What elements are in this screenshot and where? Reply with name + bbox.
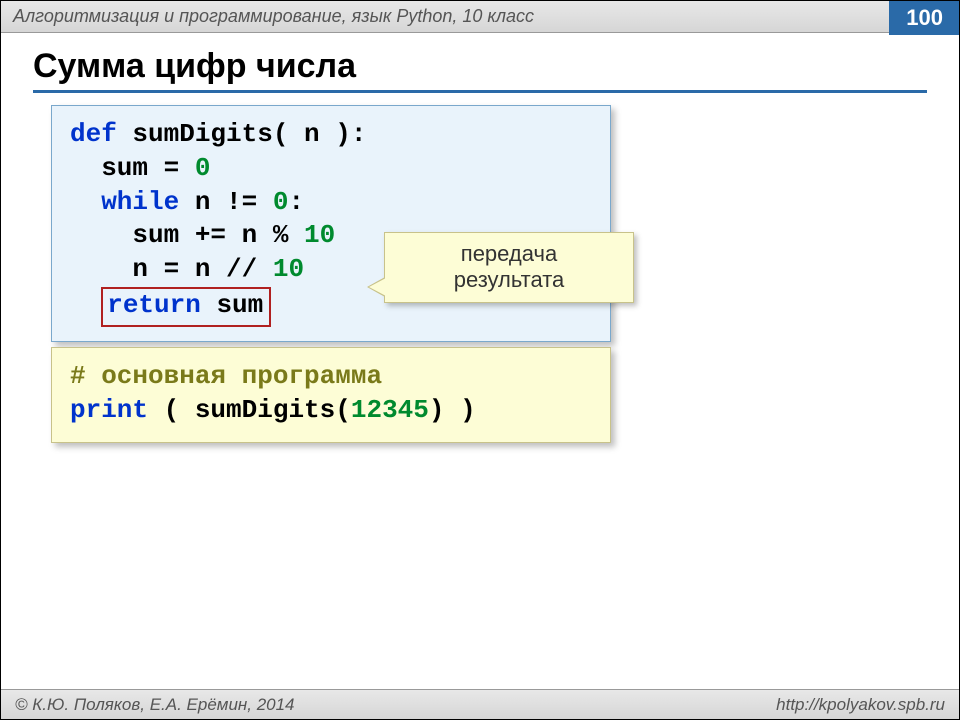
return-statement-highlight: return sum <box>101 287 271 327</box>
keyword-print: print <box>70 395 148 425</box>
header-subject: Алгоритмизация и программирование, язык … <box>13 6 534 27</box>
code-text: sum = <box>70 153 195 183</box>
code-text: n = n // <box>70 254 273 284</box>
code-block-main: # основная программа print ( sumDigits(1… <box>51 347 611 443</box>
code-text: sum <box>201 290 263 320</box>
number-literal: 10 <box>304 220 335 250</box>
code-text: sumDigits( n ): <box>117 119 367 149</box>
code-text: n != <box>179 187 273 217</box>
number-literal: 0 <box>273 187 289 217</box>
footer-copyright: © К.Ю. Поляков, Е.А. Ерёмин, 2014 <box>15 695 295 715</box>
callout-bubble: передача результата <box>384 232 634 303</box>
code-text: sum += n % <box>70 220 304 250</box>
slide: Алгоритмизация и программирование, язык … <box>0 0 960 720</box>
number-literal: 12345 <box>351 395 429 425</box>
number-literal: 10 <box>273 254 304 284</box>
header-bar: Алгоритмизация и программирование, язык … <box>1 1 959 33</box>
code-text: ) ) <box>429 395 476 425</box>
footer-bar: © К.Ю. Поляков, Е.А. Ерёмин, 2014 http:/… <box>1 689 959 719</box>
page-number: 100 <box>889 1 959 35</box>
code-block-function: def sumDigits( n ): sum = 0 while n != 0… <box>51 105 611 342</box>
code-text: ( sumDigits( <box>148 395 351 425</box>
slide-title: Сумма цифр числа <box>33 47 927 93</box>
callout-line: результата <box>391 267 627 293</box>
number-literal: 0 <box>195 153 211 183</box>
keyword-return: return <box>107 290 201 320</box>
footer-url: http://kpolyakov.spb.ru <box>776 695 945 715</box>
code-text: : <box>288 187 304 217</box>
comment-line: # основная программа <box>70 361 382 391</box>
keyword-def: def <box>70 119 117 149</box>
keyword-while: while <box>70 187 179 217</box>
callout-line: передача <box>391 241 627 267</box>
